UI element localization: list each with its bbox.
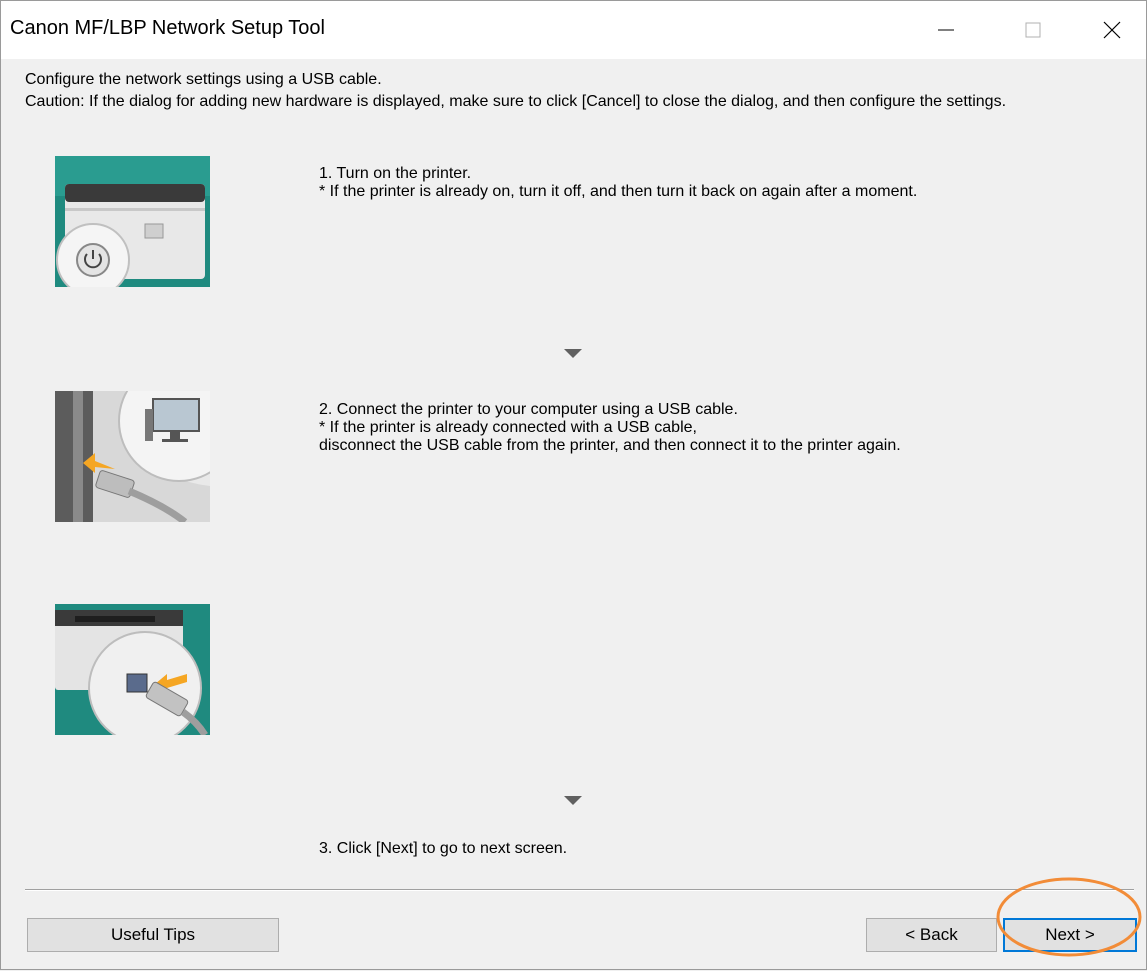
minimize-icon [938,29,954,31]
step3-usb-printer-image [55,604,210,735]
useful-tips-button[interactable]: Useful Tips [27,918,279,952]
close-button[interactable] [1083,1,1141,59]
step2-usb-computer-image [55,391,210,522]
step1-printer-power-image [55,156,210,287]
power-icon [76,243,110,277]
close-icon [1103,21,1121,39]
next-button[interactable]: Next > [1003,918,1137,952]
minimize-button[interactable] [917,1,975,59]
step1-text: 1. Turn on the printer. * If the printer… [319,165,918,200]
dialog-content: Configure the network settings using a U… [1,59,1146,971]
maximize-icon [1025,22,1041,38]
window-title: Canon MF/LBP Network Setup Tool [10,17,325,39]
title-bar: Canon MF/LBP Network Setup Tool [1,1,1146,59]
caution-text: Caution: If the dialog for adding new ha… [25,93,1007,110]
separator [25,889,1134,891]
back-button[interactable]: < Back [866,918,997,952]
setup-window: Canon MF/LBP Network Setup Tool Configur… [0,0,1147,970]
arrow-down-icon [564,349,582,358]
step3-text: 3. Click [Next] to go to next screen. [319,840,568,857]
arrow-down-icon [564,796,582,805]
step2-text: 2. Connect the printer to your computer … [319,401,901,454]
maximize-button[interactable] [1004,1,1062,59]
intro-text: Configure the network settings using a U… [25,71,382,88]
